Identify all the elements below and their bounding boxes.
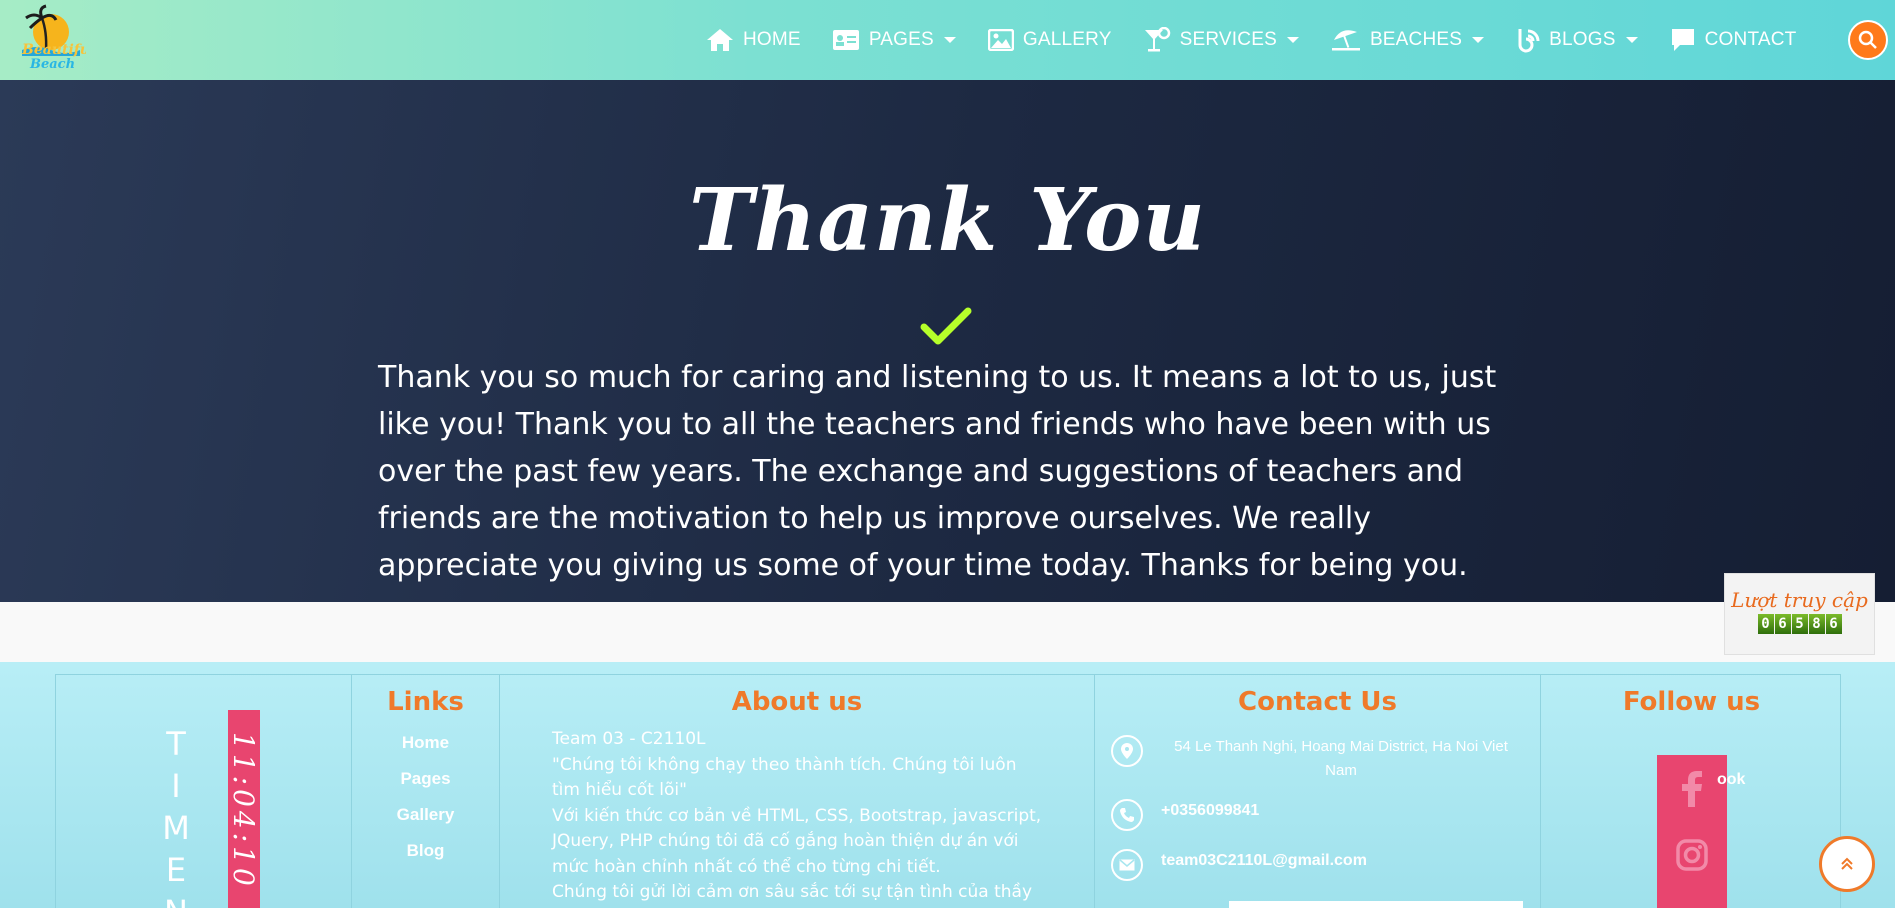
newsletter-input[interactable] xyxy=(1229,901,1523,908)
visit-counter-widget[interactable]: Lượt truy cập 0 6 5 8 6 xyxy=(1724,573,1875,655)
section-divider xyxy=(0,602,1895,662)
contact-address: 54 Le Thanh Nghi, Hoang Mai District, Ha… xyxy=(1111,735,1521,783)
thank-you-hero: Thank You Thank you so much for caring a… xyxy=(0,80,1895,602)
counter-digit: 8 xyxy=(1808,614,1825,634)
footer-follow-column: Follow us ook xyxy=(1541,675,1842,908)
counter-digit: 6 xyxy=(1774,614,1791,634)
chat-icon xyxy=(1671,29,1694,51)
double-chevron-up-icon xyxy=(1841,857,1853,870)
hero-message: Thank you so much for caring and listeni… xyxy=(378,360,1497,583)
nav-blogs-label: BLOGS xyxy=(1549,29,1616,50)
time-letter: N xyxy=(156,891,196,908)
chevron-down-icon xyxy=(1625,37,1638,43)
contact-email-text[interactable]: team03C2110L@gmail.com xyxy=(1161,849,1367,873)
footer-contact-column: Contact Us 54 Le Thanh Nghi, Hoang Mai D… xyxy=(1095,675,1541,908)
search-button[interactable] xyxy=(1848,20,1888,60)
check-icon xyxy=(920,307,972,345)
nav-beaches-label: BEACHES xyxy=(1369,29,1463,50)
clock-time: 11:04:10 xyxy=(228,732,260,890)
about-line: "Chúng tôi không chạy theo thành tích. C… xyxy=(552,754,1017,801)
umbrella-beach-icon xyxy=(1331,30,1360,51)
nav-pages[interactable]: PAGES xyxy=(832,29,957,51)
digital-clock: 11:04:10 xyxy=(228,710,260,908)
contact-phone-text[interactable]: +0356099841 xyxy=(1161,799,1259,823)
chevron-down-icon xyxy=(943,37,956,43)
about-line: Với kiến thức cơ bản về HTML, CSS, Boots… xyxy=(552,805,1042,877)
time-letter: E xyxy=(165,851,187,889)
nav-contact[interactable]: CONTACT xyxy=(1670,27,1797,53)
counter-digit: 5 xyxy=(1791,614,1808,634)
nav-services[interactable]: SERVICES xyxy=(1143,27,1300,53)
beautiful-beach-logo[interactable]: Beautiful Beach xyxy=(16,4,95,74)
time-letter: T xyxy=(166,725,186,763)
svg-text:Beautiful: Beautiful xyxy=(21,42,86,58)
time-letter: M xyxy=(162,809,190,847)
counter-digit: 0 xyxy=(1757,614,1774,634)
footer-about-column: About us Team 03 - C2110L "Chúng tôi khô… xyxy=(500,675,1095,908)
back-to-top-button[interactable] xyxy=(1819,836,1875,892)
contact-address-text: 54 Le Thanh Nghi, Hoang Mai District, Ha… xyxy=(1174,738,1508,779)
main-nav: HOME PAGES GALLERY SERVICES BEACHES BLOG… xyxy=(706,0,1827,80)
svg-text:Beach: Beach xyxy=(29,57,75,72)
about-line: Team 03 - C2110L xyxy=(552,729,706,749)
map-marker-icon xyxy=(1111,735,1143,767)
blog-icon xyxy=(1518,29,1540,53)
counter-digit: 6 xyxy=(1825,614,1842,634)
id-card-icon xyxy=(832,30,859,50)
footer-link-blog[interactable]: Blog xyxy=(352,841,499,861)
visit-counter-label: Lượt truy cập xyxy=(1731,588,1868,612)
envelope-icon xyxy=(1111,849,1143,881)
links-heading: Links xyxy=(387,687,464,717)
about-line: Chúng tôi gửi lời cảm ơn sâu sắc tới sự … xyxy=(552,882,1033,908)
nav-home-label: HOME xyxy=(743,29,801,50)
nav-pages-label: PAGES xyxy=(868,29,934,50)
footer-link-gallery[interactable]: Gallery xyxy=(352,805,499,825)
footer-link-pages[interactable]: Pages xyxy=(352,769,499,789)
site-footer: T I M E N 11:04:10 Links Home Pages Gall… xyxy=(0,662,1895,908)
time-vertical-label: T I M E N xyxy=(156,723,196,908)
time-letter: I xyxy=(171,767,181,805)
home-icon xyxy=(707,29,733,51)
contact-phone: +0356099841 xyxy=(1111,799,1259,831)
footer-time-column: T I M E N 11:04:10 xyxy=(56,675,352,908)
chevron-down-icon xyxy=(1472,37,1485,43)
nav-home[interactable]: HOME xyxy=(706,28,801,52)
top-navbar: Beautiful Beach HOME PAGES GALLERY SERVI… xyxy=(0,0,1895,80)
nav-gallery-label: GALLERY xyxy=(1022,29,1112,50)
nav-gallery[interactable]: GALLERY xyxy=(987,29,1112,51)
footer-link-home[interactable]: Home xyxy=(352,733,499,753)
visit-counter-digits: 0 6 5 8 6 xyxy=(1725,614,1874,634)
contact-email: team03C2110L@gmail.com xyxy=(1111,849,1367,881)
nav-blogs[interactable]: BLOGS xyxy=(1516,27,1638,53)
phone-icon xyxy=(1111,799,1143,831)
contact-heading: Contact Us xyxy=(1238,687,1397,717)
about-text: Team 03 - C2110L "Chúng tôi không chạy t… xyxy=(552,727,1044,908)
instagram-icon[interactable] xyxy=(1657,839,1727,871)
image-icon xyxy=(987,29,1014,51)
nav-services-label: SERVICES xyxy=(1179,29,1277,50)
search-icon xyxy=(1858,30,1877,49)
chevron-down-icon xyxy=(1286,37,1299,43)
footer-links-column: Links Home Pages Gallery Blog xyxy=(352,675,500,908)
nav-beaches[interactable]: BEACHES xyxy=(1331,28,1485,52)
follow-heading: Follow us xyxy=(1622,687,1761,717)
facebook-label[interactable]: ook xyxy=(1717,771,1745,789)
about-heading: About us xyxy=(731,687,863,717)
cocktail-icon xyxy=(1144,27,1170,52)
nav-contact-label: CONTACT xyxy=(1704,29,1797,50)
footer-grid: T I M E N 11:04:10 Links Home Pages Gall… xyxy=(55,674,1841,908)
hero-title: Thank You xyxy=(688,170,1207,271)
